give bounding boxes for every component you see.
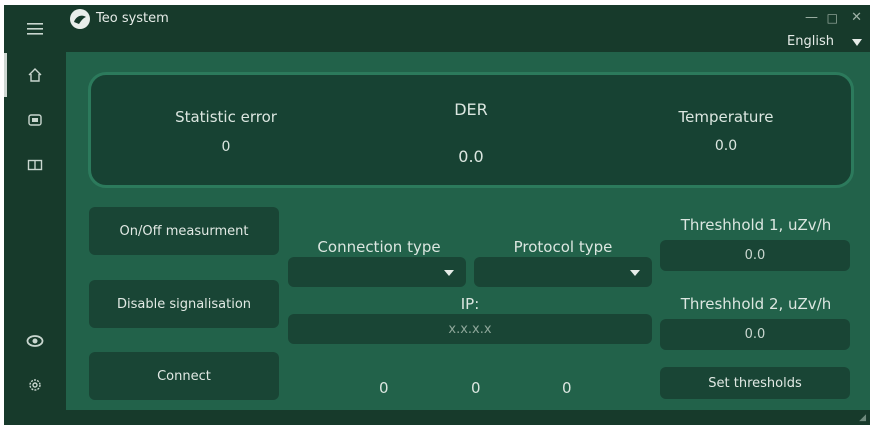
title-bar: Teo system — □ ✕ <box>66 5 870 33</box>
set-thresholds-button[interactable]: Set thresholds <box>660 367 850 399</box>
window-title: Teo system <box>96 11 169 26</box>
der-value: 0.0 <box>458 147 484 166</box>
chevron-down-icon <box>630 270 640 276</box>
counter-2: 0 <box>471 379 481 397</box>
threshold-2-input[interactable]: 0.0 <box>660 319 850 350</box>
sidebar <box>4 5 66 425</box>
counter-3: 0 <box>562 379 572 397</box>
protocol-type-label: Protocol type <box>513 238 613 256</box>
statistic-error-value: 0 <box>221 139 231 155</box>
der-label: DER <box>454 100 488 119</box>
home-icon[interactable] <box>25 65 45 85</box>
gear-icon[interactable] <box>25 375 45 395</box>
connect-button[interactable]: Connect <box>89 352 279 400</box>
ip-label: IP: <box>460 295 480 313</box>
sidebar-active-indicator <box>4 53 7 97</box>
chevron-down-icon[interactable] <box>852 39 862 46</box>
status-bar: ◢ <box>66 410 870 425</box>
book-icon[interactable] <box>25 155 45 175</box>
disable-signalisation-button[interactable]: Disable signalisation <box>89 280 279 328</box>
counter-1: 0 <box>379 379 389 397</box>
language-bar: English <box>66 33 870 52</box>
ip-input[interactable]: x.x.x.x <box>288 314 652 344</box>
temperature-label: Temperature <box>678 108 774 126</box>
readings-panel: Statistic error 0 DER 0.0 Temperature 0.… <box>88 72 854 188</box>
menu-icon[interactable] <box>25 19 45 39</box>
onoff-measurement-button[interactable]: On/Off measurment <box>89 207 279 255</box>
app-window: Teo system — □ ✕ English Statistic error… <box>4 5 870 425</box>
threshold-1-label: Threshhold 1, uZv/h <box>680 216 832 234</box>
language-select[interactable]: English <box>787 34 834 49</box>
maximize-button[interactable]: □ <box>827 11 838 25</box>
radiation-icon[interactable] <box>25 110 45 130</box>
chevron-down-icon <box>444 270 454 276</box>
temperature-value: 0.0 <box>714 138 738 154</box>
threshold-1-input[interactable]: 0.0 <box>660 240 850 271</box>
threshold-2-label: Threshhold 2, uZv/h <box>680 295 832 313</box>
resize-grip-icon[interactable]: ◢ <box>859 413 866 423</box>
minimize-button[interactable]: — <box>805 10 818 25</box>
connection-type-label: Connection type <box>317 238 441 256</box>
connection-type-select[interactable] <box>288 257 466 287</box>
close-button[interactable]: ✕ <box>851 10 862 25</box>
app-logo-icon <box>70 9 90 29</box>
protocol-type-select[interactable] <box>474 257 652 287</box>
eye-icon[interactable] <box>25 331 45 351</box>
main-content: Statistic error 0 DER 0.0 Temperature 0.… <box>66 52 870 410</box>
statistic-error-label: Statistic error <box>175 108 277 126</box>
